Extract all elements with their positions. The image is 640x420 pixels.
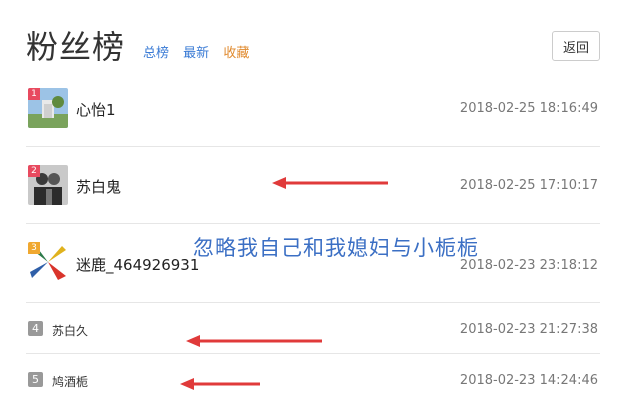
red-arrow-icon xyxy=(272,177,388,189)
fan-name[interactable]: 苏白久 xyxy=(52,322,88,339)
list-item[interactable]: 4 苏白久 2018-02-23 21:27:38 xyxy=(26,303,600,354)
rank-badge: 4 xyxy=(28,321,43,336)
avatar: 2 xyxy=(28,165,68,205)
tab-favorites[interactable]: 收藏 xyxy=(223,46,249,61)
timestamp: 2018-02-23 14:24:46 xyxy=(459,373,598,388)
list-item[interactable]: 1 心怡1 2018-02-25 18:16:49 xyxy=(26,80,600,147)
red-arrow-icon xyxy=(186,335,322,347)
rank-badge: 5 xyxy=(28,372,43,387)
fan-name[interactable]: 迷鹿_464926931 xyxy=(76,254,199,275)
fan-name[interactable]: 苏白鬼 xyxy=(76,176,121,197)
fan-name[interactable]: 心怡1 xyxy=(76,99,116,120)
tab-latest[interactable]: 最新 xyxy=(183,46,209,61)
page-header: 粉丝榜 总榜 最新 收藏 返回 xyxy=(0,0,640,80)
timestamp: 2018-02-23 23:18:12 xyxy=(459,258,598,273)
list-item[interactable]: 2 苏白鬼 2018-02-25 17:10:17 xyxy=(26,147,600,224)
timestamp: 2018-02-23 21:27:38 xyxy=(459,322,598,337)
timestamp: 2018-02-25 18:16:49 xyxy=(459,101,598,116)
tab-all[interactable]: 总榜 xyxy=(143,46,169,61)
red-arrow-icon xyxy=(180,378,260,390)
rank-badge: 2 xyxy=(28,165,40,177)
avatar: 3 xyxy=(28,242,68,282)
tab-bar: 总榜 最新 收藏 xyxy=(143,42,259,61)
page-title: 粉丝榜 xyxy=(26,28,126,66)
back-button[interactable]: 返回 xyxy=(552,31,600,61)
list-item[interactable]: 5 鸠酒栀 2018-02-23 14:24:46 xyxy=(26,354,600,404)
timestamp: 2018-02-25 17:10:17 xyxy=(459,178,598,193)
rank-badge: 3 xyxy=(28,242,40,254)
annotation-text: 忽略我自己和我媳妇与小栀栀 xyxy=(193,236,479,260)
fan-name[interactable]: 鸠酒栀 xyxy=(52,373,88,390)
rank-badge: 1 xyxy=(28,88,40,100)
avatar: 1 xyxy=(28,88,68,128)
